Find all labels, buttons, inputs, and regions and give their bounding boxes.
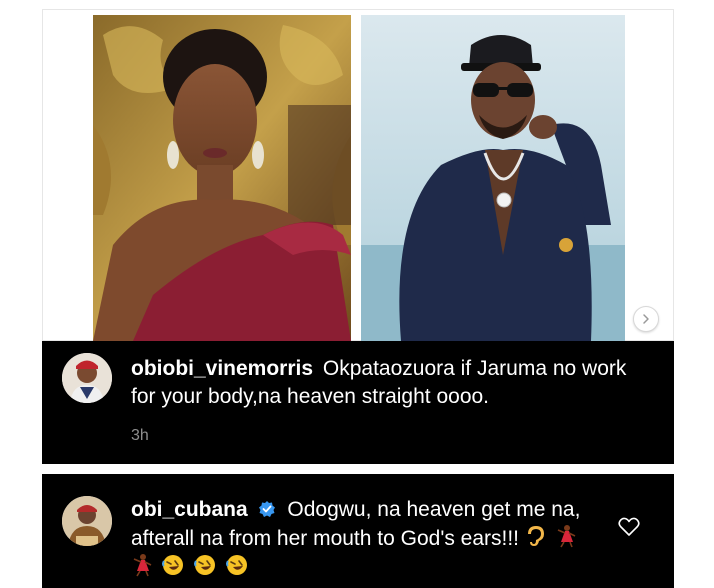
post-photo-woman[interactable] <box>93 15 351 341</box>
man-photo-image <box>361 15 625 341</box>
woman-photo-image <box>93 15 351 341</box>
avatar[interactable] <box>62 353 112 403</box>
chevron-right-icon <box>643 314 649 324</box>
rofl-emoji-icon <box>161 555 183 575</box>
rofl-emoji-icon <box>193 555 215 575</box>
rofl-emoji-icon <box>225 555 247 575</box>
ear-emoji-icon <box>527 526 544 546</box>
carousel-next-button[interactable] <box>633 306 659 332</box>
user-avatar-icon <box>62 496 112 546</box>
avatar[interactable] <box>62 496 112 546</box>
comment-item: obi_cubana Odogwu, na heaven get me na, … <box>42 474 674 588</box>
like-comment-button[interactable] <box>618 517 640 542</box>
comment-username[interactable]: obi_cubana <box>131 498 248 521</box>
post-carousel <box>42 9 674 341</box>
dancer-emoji-icon <box>557 525 576 548</box>
comment-username[interactable]: obiobi_vinemorris <box>131 357 313 380</box>
comment-body: obiobi_vinemorris Okpataozuora if Jaruma… <box>131 355 651 411</box>
user-avatar-icon <box>62 353 112 403</box>
dancer-emoji-icon <box>133 554 152 577</box>
comment-timestamp: 3h <box>131 427 149 444</box>
comment-item: obiobi_vinemorris Okpataozuora if Jaruma… <box>42 341 674 464</box>
heart-icon <box>618 517 640 536</box>
comment-body: obi_cubana Odogwu, na heaven get me na, … <box>131 496 601 582</box>
verified-badge-icon <box>258 501 275 517</box>
post-photo-man[interactable] <box>361 15 625 341</box>
